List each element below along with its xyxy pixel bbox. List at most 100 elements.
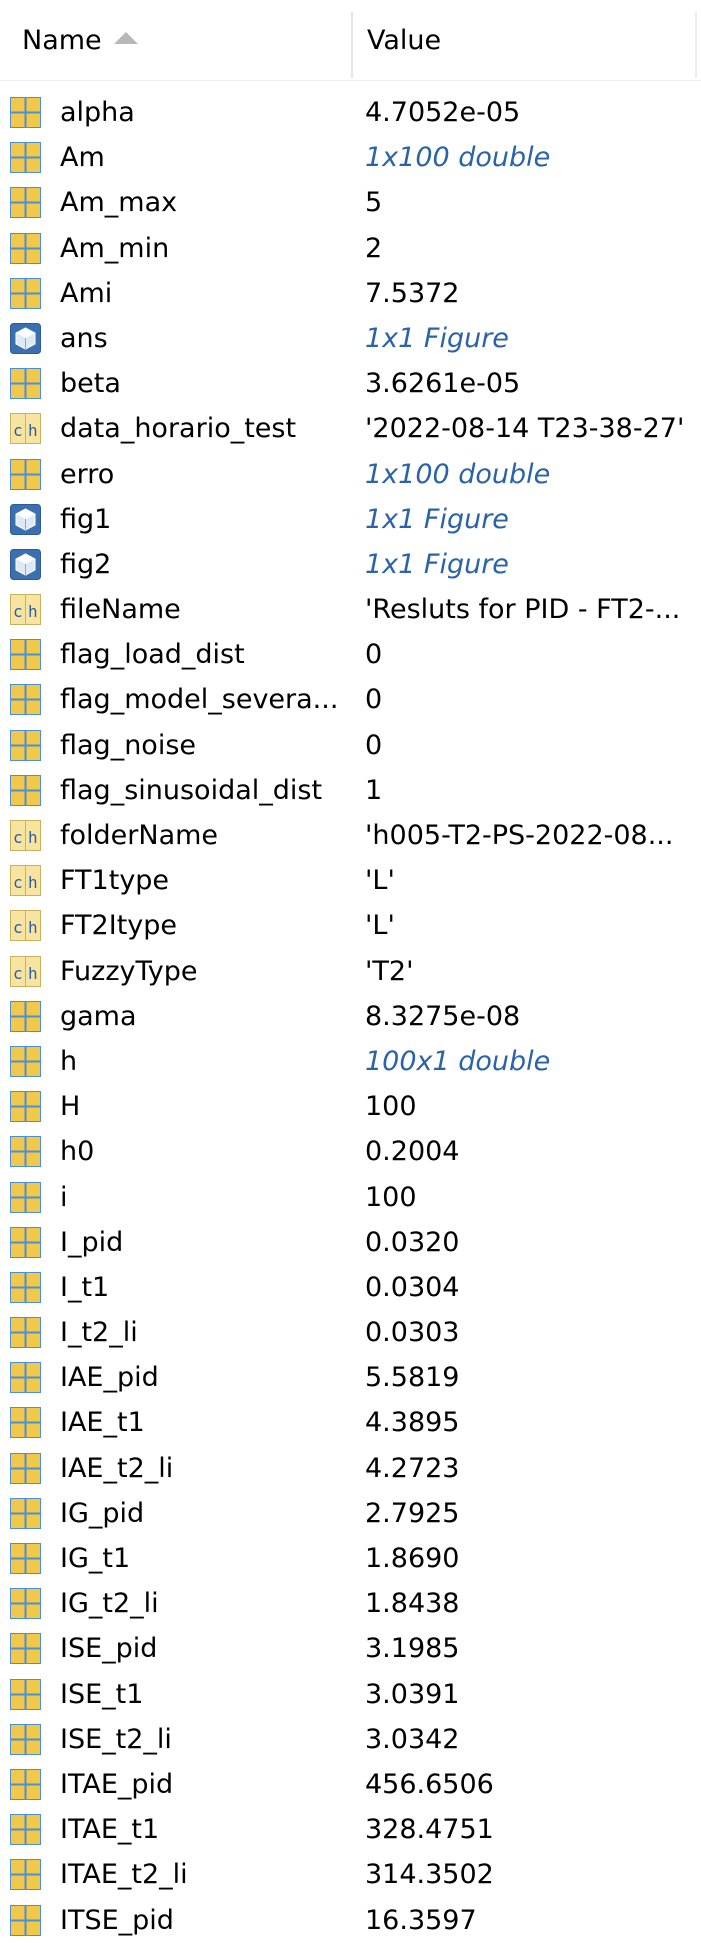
table-row[interactable]: c h FuzzyType 'T2': [0, 949, 701, 994]
variable-name: Am: [60, 142, 105, 174]
variable-value: 4.7052e-05: [365, 97, 521, 128]
table-row[interactable]: flag_noise 0: [0, 723, 701, 768]
matrix-icon: [10, 97, 41, 128]
table-row[interactable]: h0 0.2004: [0, 1129, 701, 1174]
variable-value: 3.0342: [365, 1723, 460, 1755]
workspace-variable-table: Name Value alpha 4.7052e-05 Am 1x100 doubl…: [0, 0, 701, 1937]
table-row[interactable]: flag_load_dist 0: [0, 632, 701, 677]
variable-value: 0.0303: [365, 1317, 460, 1349]
svg-text:c: c: [13, 421, 23, 440]
table-row[interactable]: fig1 1x1 Figure: [0, 497, 701, 542]
matrix-icon: [10, 277, 41, 309]
variable-name: beta: [60, 368, 121, 400]
table-row[interactable]: IG_t1 1.8690: [0, 1536, 701, 1581]
column-resize-handle-right[interactable]: [695, 12, 697, 78]
variable-value: 2.7925: [365, 1497, 460, 1529]
variable-value: 3.1985: [365, 1633, 460, 1665]
matrix-icon: [10, 1271, 41, 1303]
variable-value: 5.5819: [365, 1362, 460, 1394]
column-header-value[interactable]: Value: [367, 0, 687, 80]
table-row[interactable]: flag_sinusoidal_dist 1: [0, 768, 701, 813]
variable-name: ITAE_t1: [60, 1814, 160, 1846]
variable-name: folderName: [60, 820, 219, 851]
variable-value: 2: [365, 232, 383, 264]
table-row[interactable]: c h FT1type 'L': [0, 858, 701, 903]
variable-value: 7.5372: [365, 277, 460, 309]
table-row[interactable]: ITAE_t2_li 314.3502: [0, 1852, 701, 1897]
table-row[interactable]: IAE_t2_li 4.2723: [0, 1446, 701, 1491]
variable-value: 5: [365, 187, 383, 219]
variable-value: '2022-08-14 T23-38-27': [365, 413, 685, 445]
variable-value: 0.2004: [365, 1136, 460, 1168]
char-icon: c h: [10, 820, 41, 851]
table-row[interactable]: c h FT2Itype 'L': [0, 903, 701, 948]
svg-text:h: h: [28, 828, 38, 847]
variable-name: ans: [60, 322, 108, 354]
variable-name: Am_max: [60, 187, 178, 219]
variable-value: 'L': [365, 910, 395, 942]
variable-value: 0: [365, 684, 383, 716]
table-row[interactable]: gama 8.3275e-08: [0, 994, 701, 1039]
table-row[interactable]: flag_model_severa... 0: [0, 677, 701, 722]
variable-name: data_horario_test: [60, 413, 297, 445]
table-row[interactable]: IAE_t1 4.3895: [0, 1400, 701, 1445]
svg-text:h: h: [28, 918, 38, 937]
table-row[interactable]: c h fileName 'Resluts for PID - FT2-...: [0, 587, 701, 632]
column-header-value-label: Value: [367, 24, 442, 56]
table-row[interactable]: ans 1x1 Figure: [0, 316, 701, 361]
matrix-icon: [10, 1226, 41, 1258]
column-resize-handle[interactable]: [351, 12, 353, 78]
table-row[interactable]: c h data_horario_test '2022-08-14 T23-38-…: [0, 406, 701, 451]
table-row[interactable]: fig2 1x1 Figure: [0, 542, 701, 587]
table-row[interactable]: I_t2_li 0.0303: [0, 1310, 701, 1355]
table-row[interactable]: IAE_pid 5.5819: [0, 1355, 701, 1400]
table-row[interactable]: Am_max 5: [0, 180, 701, 225]
matrix-icon: [10, 1045, 41, 1077]
matrix-icon: [10, 1543, 41, 1574]
matrix-icon: [10, 1181, 41, 1213]
table-row[interactable]: ITAE_pid 456.6506: [0, 1762, 701, 1807]
variable-name: IG_t2_li: [60, 1588, 159, 1620]
table-row[interactable]: IG_pid 2.7925: [0, 1491, 701, 1536]
matrix-icon: [10, 729, 41, 761]
variable-value: 1x1 Figure: [365, 548, 509, 580]
table-row[interactable]: c h folderName 'h005-T2-PS-2022-08...: [0, 813, 701, 858]
svg-text:c: c: [13, 873, 23, 892]
matrix-icon: [10, 1317, 41, 1349]
matrix-icon: [10, 1814, 41, 1846]
variable-name: I_pid: [60, 1226, 124, 1258]
table-row[interactable]: ISE_pid 3.1985: [0, 1626, 701, 1671]
svg-text:c: c: [13, 918, 23, 937]
svg-text:h: h: [28, 964, 38, 983]
matrix-icon: [10, 142, 41, 174]
variable-name: erro: [60, 458, 115, 490]
matrix-icon: [10, 1136, 41, 1168]
table-row[interactable]: alpha 4.7052e-05: [0, 90, 701, 135]
table-row[interactable]: beta 3.6261e-05: [0, 361, 701, 406]
column-header-name[interactable]: Name: [22, 0, 352, 80]
table-row[interactable]: ITAE_t1 328.4751: [0, 1807, 701, 1852]
variable-name: H: [60, 1091, 81, 1123]
table-row[interactable]: i 100: [0, 1175, 701, 1220]
table-row[interactable]: erro 1x100 double: [0, 452, 701, 497]
variable-name: ITSE_pid: [60, 1904, 174, 1936]
table-row[interactable]: ISE_t2_li 3.0342: [0, 1717, 701, 1762]
table-row[interactable]: ITSE_pid 16.3597: [0, 1898, 701, 1943]
variable-value: 1.8438: [365, 1588, 460, 1620]
table-row[interactable]: ISE_t1 3.0391: [0, 1672, 701, 1717]
table-row[interactable]: H 100: [0, 1084, 701, 1129]
variable-value: 1x1 Figure: [365, 322, 509, 354]
variable-name: flag_load_dist: [60, 639, 245, 671]
object-icon: [10, 503, 41, 535]
table-row[interactable]: IG_t2_li 1.8438: [0, 1581, 701, 1626]
variable-value: 8.3275e-08: [365, 1000, 521, 1032]
table-row[interactable]: I_pid 0.0320: [0, 1220, 701, 1265]
matrix-icon: [10, 1407, 41, 1439]
table-row[interactable]: h 100x1 double: [0, 1039, 701, 1084]
table-row[interactable]: Am_min 2: [0, 226, 701, 271]
table-row[interactable]: Ami 7.5372: [0, 271, 701, 316]
table-row[interactable]: Am 1x100 double: [0, 135, 701, 180]
variable-value: 'h005-T2-PS-2022-08...: [365, 820, 674, 851]
table-row[interactable]: I_t1 0.0304: [0, 1265, 701, 1310]
matrix-icon: [10, 1859, 41, 1891]
